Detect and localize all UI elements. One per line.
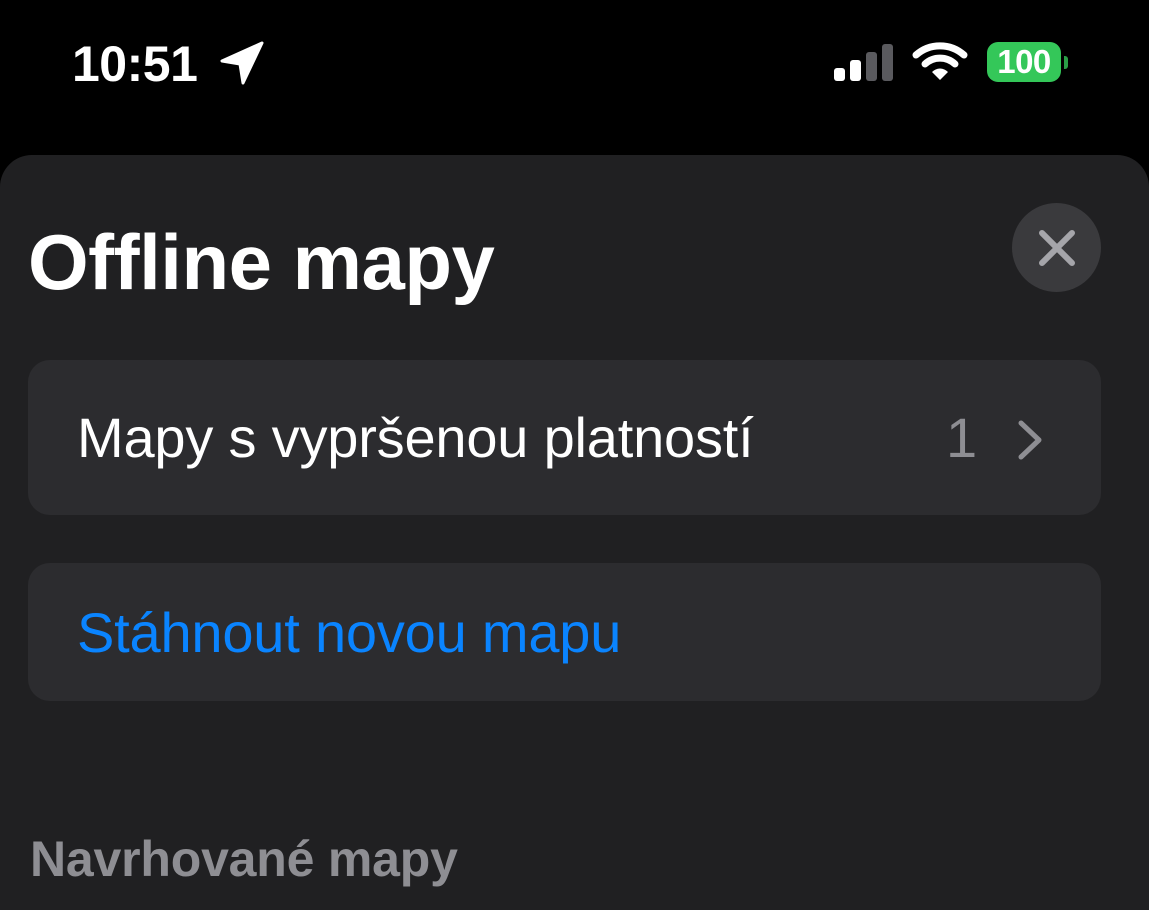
battery-cap [1064,56,1068,69]
expired-maps-label: Mapy s vypršenou platností [77,406,754,469]
status-bar: 10:51 100 [0,0,1149,130]
battery-body: 100 [987,42,1061,82]
status-time: 10:51 [72,36,198,92]
suggested-maps-header: Navrhované mapy [30,831,458,887]
cellular-signal-icon [834,44,893,81]
download-new-map-button[interactable]: Stáhnout novou mapu [28,563,1101,701]
wifi-icon [912,42,968,80]
offline-maps-sheet: Offline mapy Mapy s vypršenou platností … [0,155,1149,910]
location-arrow-icon [220,41,264,85]
close-icon [1038,229,1075,266]
page-title: Offline mapy [28,218,495,306]
close-button[interactable] [1012,203,1101,292]
chevron-right-icon [1018,420,1042,460]
expired-maps-row[interactable]: Mapy s vypršenou platností 1 [28,360,1101,515]
battery-indicator: 100 [987,42,1068,82]
screen: 10:51 100 Offline mapy Mapy s vypršenou … [0,0,1149,910]
battery-level: 100 [997,43,1051,80]
expired-maps-count: 1 [946,406,978,469]
download-new-map-label: Stáhnout novou mapu [77,601,622,664]
